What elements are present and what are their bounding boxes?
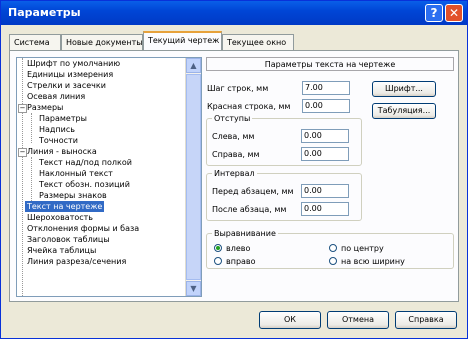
font-button[interactable]: Шрифт...: [372, 81, 436, 97]
tree-item-default-font[interactable]: Шрифт по умолчанию: [27, 58, 120, 69]
tree-item-leader-line[interactable]: Линия - выноска: [27, 146, 97, 157]
tree-scrollbar[interactable]: ▲ ▼: [185, 58, 201, 296]
interval-group: Интервал Перед абзацем, мм 0.00 После аб…: [206, 168, 362, 221]
tree-line: [31, 113, 32, 143]
align-center-radio[interactable]: [329, 244, 337, 252]
tree-item-dim-label[interactable]: Надпись: [39, 124, 75, 135]
align-right-label[interactable]: вправо: [226, 256, 256, 267]
align-center-label[interactable]: по центру: [341, 243, 384, 254]
collapse-icon[interactable]: −: [18, 148, 27, 157]
align-left-label[interactable]: влево: [226, 243, 250, 254]
right-margin-field[interactable]: 0.00: [301, 147, 349, 161]
tree-line: [22, 58, 23, 296]
settings-header: Параметры текста на чертеже: [206, 57, 454, 71]
indent-field[interactable]: 0.00: [302, 99, 350, 113]
help-button[interactable]: Справка: [395, 311, 457, 329]
scroll-down-icon[interactable]: ▼: [186, 281, 201, 296]
tree-item-shelf-text[interactable]: Текст над/под полкой: [39, 157, 132, 168]
tree-item-drawing-text[interactable]: Текст на чертеже: [25, 201, 105, 212]
margins-group: Отступы Слева, мм 0.00 Справа, мм 0.00: [206, 113, 362, 166]
tree-item-dimensions[interactable]: Размеры: [27, 102, 63, 113]
align-justify-label[interactable]: на всю ширину: [341, 256, 405, 267]
tree-item-units[interactable]: Единицы измерения: [27, 69, 113, 80]
scroll-up-icon[interactable]: ▲: [186, 58, 201, 73]
after-paragraph-label: После абзаца, мм: [212, 205, 287, 214]
tree-item-section-line[interactable]: Линия разреза/сечения: [27, 256, 126, 267]
alignment-group: Выравнивание влево вправо по центру на в…: [206, 228, 454, 269]
align-left-radio[interactable]: [214, 244, 222, 252]
tree-item-position-text[interactable]: Текст обозн. позиций: [39, 179, 130, 190]
tree-item-roughness[interactable]: Шероховатость: [27, 212, 93, 223]
title-bar[interactable]: Параметры ? ✕: [1, 1, 467, 25]
scroll-thumb[interactable]: [186, 74, 201, 280]
interval-title: Интервал: [212, 168, 257, 179]
align-justify-radio[interactable]: [329, 257, 337, 265]
alignment-title: Выравнивание: [212, 228, 278, 239]
cancel-button[interactable]: Отмена: [327, 311, 389, 329]
before-paragraph-label: Перед абзацем, мм: [212, 187, 294, 196]
tab-panel: Шрифт по умолчанию Единицы измерения Стр…: [9, 50, 459, 302]
tab-system[interactable]: Система: [9, 34, 61, 50]
window-title: Параметры: [8, 6, 81, 19]
tab-current-drawing[interactable]: Текущий чертеж: [143, 31, 222, 50]
tree-item-dim-precision[interactable]: Точности: [39, 135, 78, 146]
indent-label: Красная строка, мм: [207, 102, 291, 111]
tree-item-form-deviation[interactable]: Отклонения формы и база: [27, 223, 139, 234]
tree-item-axis-line[interactable]: Осевая линия: [27, 91, 85, 102]
before-paragraph-field[interactable]: 0.00: [301, 184, 349, 198]
collapse-icon[interactable]: −: [18, 104, 27, 113]
tab-current-window[interactable]: Текущее окно: [222, 34, 294, 50]
after-paragraph-field[interactable]: 0.00: [301, 202, 349, 216]
align-right-radio[interactable]: [214, 257, 222, 265]
parameters-dialog: Параметры ? ✕ Система Новые документы Те…: [0, 0, 468, 339]
tree-item-table-cell[interactable]: Ячейка таблицы: [27, 245, 96, 256]
settings-tree[interactable]: Шрифт по умолчанию Единицы измерения Стр…: [16, 57, 202, 297]
line-spacing-field[interactable]: 7.00: [302, 81, 350, 95]
margins-title: Отступы: [212, 113, 253, 124]
left-margin-field[interactable]: 0.00: [301, 129, 349, 143]
tree-item-table-header[interactable]: Заголовок таблицы: [27, 234, 110, 245]
ok-button[interactable]: ОК: [259, 311, 321, 329]
tabulation-button[interactable]: Табуляция...: [372, 103, 436, 119]
tree-item-sign-sizes[interactable]: Размеры знаков: [39, 190, 107, 201]
left-margin-label: Слева, мм: [212, 132, 255, 141]
help-icon[interactable]: ?: [425, 4, 443, 22]
right-margin-label: Справа, мм: [212, 150, 260, 159]
tree-item-arrows[interactable]: Стрелки и засечки: [27, 80, 106, 91]
tab-new-documents[interactable]: Новые документы: [61, 34, 143, 50]
close-icon[interactable]: ✕: [445, 4, 463, 22]
line-spacing-label: Шаг строк, мм: [207, 84, 269, 93]
tree-item-inclined-text[interactable]: Наклонный текст: [39, 168, 113, 179]
tree-item-dim-params[interactable]: Параметры: [39, 113, 87, 124]
